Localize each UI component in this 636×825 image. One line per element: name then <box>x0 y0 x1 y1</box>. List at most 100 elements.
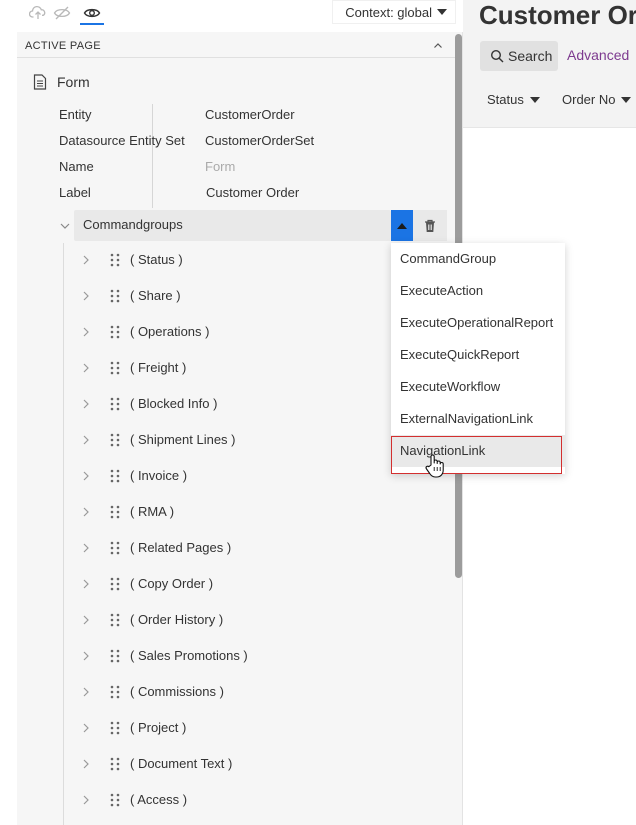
menu-item[interactable]: ExecuteOperationalReport <box>391 307 565 339</box>
commandgroup-label: ( Sales Promotions ) <box>130 648 248 663</box>
property-value[interactable]: Customer Order <box>206 185 299 200</box>
commandgroup-item[interactable]: ( Freight ) <box>77 351 397 387</box>
active-page-section-header[interactable]: ACTIVE PAGE <box>17 36 455 58</box>
commandgroup-item[interactable]: ( Share ) <box>77 279 397 315</box>
designer-toolbar: Context: global <box>17 0 463 32</box>
caret-down-icon <box>621 96 632 103</box>
advanced-search-link[interactable]: Advanced <box>567 47 629 63</box>
context-selector[interactable]: Context: global <box>332 0 456 24</box>
menu-item[interactable]: ExecuteQuickReport <box>391 339 565 371</box>
commandgroup-label: ( Commissions ) <box>130 684 224 699</box>
commandgroup-item[interactable]: ( Blocked Info ) <box>77 387 397 423</box>
menu-item[interactable]: ExecuteWorkflow <box>391 371 565 403</box>
active-tab-indicator <box>80 23 104 25</box>
commandgroup-label: ( Document Text ) <box>130 756 233 771</box>
drag-handle-icon[interactable] <box>109 720 121 736</box>
drag-handle-icon[interactable] <box>109 792 121 808</box>
form-node[interactable]: Form <box>33 72 90 92</box>
chevron-right-icon[interactable] <box>81 362 91 374</box>
commandgroup-item[interactable]: ( Related Pages ) <box>77 531 397 567</box>
drag-handle-icon[interactable] <box>109 540 121 556</box>
delete-button[interactable] <box>413 210 447 241</box>
commandgroup-item[interactable]: ( Project ) <box>77 711 397 747</box>
drag-handle-icon[interactable] <box>109 648 121 664</box>
drag-handle-icon[interactable] <box>109 324 121 340</box>
context-label: Context: global <box>345 4 432 20</box>
menu-item[interactable]: ExternalNavigationLink <box>391 403 565 435</box>
commandgroup-label: ( Access ) <box>130 792 188 807</box>
drag-handle-icon[interactable] <box>109 576 121 592</box>
chevron-right-icon[interactable] <box>81 794 91 806</box>
drag-handle-icon[interactable] <box>109 756 121 772</box>
property-key: Datasource Entity Set <box>59 133 185 148</box>
drag-handle-icon[interactable] <box>109 396 121 412</box>
drag-handle-icon[interactable] <box>109 288 121 304</box>
commandgroup-item[interactable]: ( Document Text ) <box>77 747 397 783</box>
commandgroup-item[interactable]: ( Status ) <box>77 243 397 279</box>
chevron-right-icon[interactable] <box>81 254 91 266</box>
property-value[interactable]: CustomerOrderSet <box>205 133 314 148</box>
search-button[interactable]: Search <box>480 41 558 71</box>
commandgroup-label: ( Invoice ) <box>130 468 188 483</box>
add-command-dropdown-button[interactable] <box>391 210 413 241</box>
column-label: Status <box>487 92 524 107</box>
caret-up-icon <box>397 222 407 229</box>
drag-handle-icon[interactable] <box>109 684 121 700</box>
property-row: Label Customer Order <box>59 182 359 204</box>
chevron-right-icon[interactable] <box>81 650 91 662</box>
drag-handle-icon[interactable] <box>109 504 121 520</box>
property-key: Name <box>59 159 94 174</box>
search-icon <box>490 49 504 63</box>
commandgroup-item[interactable]: ( Operations ) <box>77 315 397 351</box>
commandgroup-item[interactable]: ( Sales Promotions ) <box>77 639 397 675</box>
chevron-up-icon[interactable] <box>433 41 443 51</box>
chevron-right-icon[interactable] <box>81 506 91 518</box>
drag-handle-icon[interactable] <box>109 612 121 628</box>
eye-icon[interactable] <box>81 3 103 23</box>
chevron-right-icon[interactable] <box>81 290 91 302</box>
chevron-right-icon[interactable] <box>81 614 91 626</box>
cloud-upload-icon[interactable] <box>27 3 49 23</box>
commandgroup-item[interactable]: ( Shipment Lines ) <box>77 423 397 459</box>
chevron-right-icon[interactable] <box>81 578 91 590</box>
commandgroup-item[interactable]: ( Access ) <box>77 783 397 819</box>
chevron-right-icon[interactable] <box>81 398 91 410</box>
menu-item[interactable]: ExecuteAction <box>391 275 565 307</box>
property-value[interactable]: CustomerOrder <box>205 107 295 122</box>
eye-off-icon[interactable] <box>51 3 73 23</box>
property-key: Entity <box>59 107 92 122</box>
chevron-down-icon[interactable] <box>59 220 71 232</box>
drag-handle-icon[interactable] <box>109 468 121 484</box>
commandgroups-label: Commandgroups <box>83 217 183 232</box>
commandgroup-item[interactable]: ( Invoice ) <box>77 459 397 495</box>
column-header-order-no[interactable]: Order No <box>562 92 632 107</box>
chevron-right-icon[interactable] <box>81 434 91 446</box>
property-row: Entity CustomerOrder <box>59 104 359 126</box>
column-header-status[interactable]: Status <box>487 92 540 107</box>
chevron-right-icon[interactable] <box>81 470 91 482</box>
drag-handle-icon[interactable] <box>109 360 121 376</box>
chevron-right-icon[interactable] <box>81 686 91 698</box>
drag-handle-icon[interactable] <box>109 252 121 268</box>
commandgroup-label: ( Related Pages ) <box>130 540 232 555</box>
commandgroup-label: ( Blocked Info ) <box>130 396 218 411</box>
chevron-right-icon[interactable] <box>81 722 91 734</box>
commandgroup-item[interactable]: ( Order History ) <box>77 603 397 639</box>
chevron-right-icon[interactable] <box>81 758 91 770</box>
drag-handle-icon[interactable] <box>109 432 121 448</box>
section-title: ACTIVE PAGE <box>25 40 101 52</box>
chevron-right-icon[interactable] <box>81 326 91 338</box>
commandgroup-item[interactable]: ( Commissions ) <box>77 675 397 711</box>
caret-down-icon <box>529 96 540 103</box>
menu-item[interactable]: CommandGroup <box>391 243 565 275</box>
property-row: Datasource Entity Set CustomerOrderSet <box>59 130 359 152</box>
search-label: Search <box>508 48 553 64</box>
commandgroup-item[interactable]: ( Copy Order ) <box>77 567 397 603</box>
commandgroup-item[interactable]: ( RMA ) <box>77 495 397 531</box>
commandgroup-label: ( Shipment Lines ) <box>130 432 236 447</box>
chevron-right-icon[interactable] <box>81 542 91 554</box>
commandgroup-label: ( Copy Order ) <box>130 576 214 591</box>
property-value[interactable]: Form <box>205 159 235 174</box>
form-label: Form <box>57 74 90 90</box>
commandgroups-node[interactable]: Commandgroups <box>74 210 391 241</box>
